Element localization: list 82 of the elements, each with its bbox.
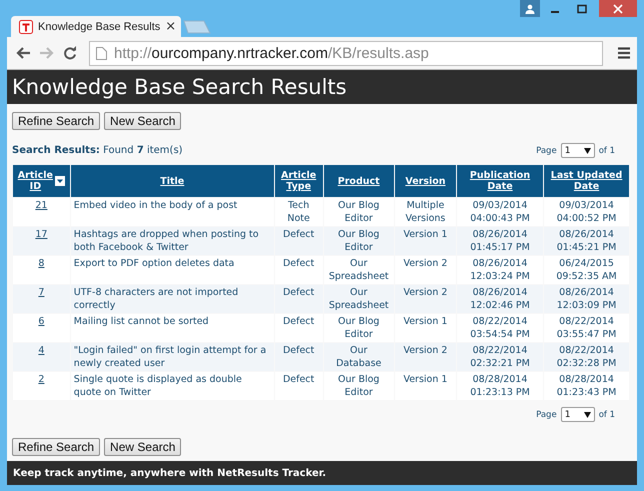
article-id-link[interactable]: 6	[13, 314, 70, 342]
type-cell: Tech Note	[274, 198, 323, 226]
search-button[interactable]: New Search	[104, 112, 182, 130]
version-cell: Version 2	[394, 343, 456, 371]
browser-tab[interactable]: Knowledge Base Results	[38, 20, 160, 32]
publication-date-cell: 08/26/2014 12:03:24 PM	[456, 256, 544, 284]
product-cell: Our Spreadsheet	[324, 285, 394, 313]
close-icon[interactable]	[599, 0, 637, 17]
column-header[interactable]: Article Type	[274, 165, 323, 197]
search-button[interactable]: New Search	[104, 438, 182, 456]
footer-text: Keep track anytime, anywhere with NetResults Tracker.	[13, 468, 326, 478]
close-tab-icon[interactable]: ×	[165, 19, 176, 34]
article-id-link[interactable]: 21	[13, 198, 70, 226]
article-id-link[interactable]: 8	[13, 256, 70, 284]
title-cell: Mailing list cannot be sorted	[70, 314, 274, 342]
publication-date-cell: 08/26/2014 12:02:46 PM	[456, 285, 544, 313]
tracker-logo-icon	[19, 20, 33, 34]
product-cell: Our Blog Editor	[324, 227, 394, 255]
version-cell: Version 2	[394, 256, 456, 284]
sort-icon[interactable]	[55, 176, 66, 186]
title-cell: Hashtags are dropped when posting to both Facebook & Twitter	[70, 227, 274, 255]
article-id-link[interactable]: 17	[13, 227, 70, 255]
type-cell: Defect	[274, 285, 323, 313]
user-icon[interactable]	[520, 0, 540, 17]
page-title: Knowledge Base Search Results	[12, 75, 347, 99]
page-select[interactable]: 1	[560, 407, 595, 422]
page-icon	[96, 46, 107, 60]
version-cell: Version 1	[394, 372, 456, 400]
updated-date-cell: 08/28/2014 01:23:43 PM	[544, 372, 629, 400]
type-cell: Defect	[274, 343, 323, 371]
publication-date-cell: 08/22/2014 02:32:21 PM	[456, 343, 544, 371]
type-cell: Defect	[274, 314, 323, 342]
product-cell: Our Database	[324, 343, 394, 371]
product-cell: Our Blog Editor	[324, 314, 394, 342]
search-button[interactable]: Refine Search	[12, 438, 100, 456]
updated-date-cell: 08/22/2014 02:32:28 PM	[544, 343, 629, 371]
publication-date-cell: 08/28/2014 01:23:13 PM	[456, 372, 544, 400]
menu-icon[interactable]	[617, 46, 631, 60]
updated-date-cell: 09/03/2014 04:00:52 PM	[544, 198, 629, 226]
type-cell: Defect	[274, 256, 323, 284]
product-cell: Our Blog Editor	[324, 198, 394, 226]
version-cell: Version 2	[394, 285, 456, 313]
title-cell: "Login failed" on first login attempt for a newly created user	[70, 343, 274, 371]
page-select[interactable]: 1	[560, 143, 595, 158]
publication-date-cell: 08/22/2014 03:54:54 PM	[456, 314, 544, 342]
publication-date-cell: 08/26/2014 01:45:17 PM	[456, 227, 544, 255]
type-cell: Defect	[274, 227, 323, 255]
column-header[interactable]: Product	[324, 165, 394, 197]
page-label: Page	[536, 146, 557, 156]
column-header[interactable]: Article ID	[13, 165, 70, 197]
type-cell: Defect	[274, 372, 323, 400]
dropdown-caret-icon	[584, 412, 591, 418]
title-cell: Single quote is displayed as double quote on Twitter	[70, 372, 274, 400]
title-cell: Embed video in the body of a post	[70, 198, 274, 226]
column-header[interactable]: Title	[70, 165, 274, 197]
publication-date-cell: 09/03/2014 04:00:43 PM	[456, 198, 544, 226]
article-id-link[interactable]: 7	[13, 285, 70, 313]
back-icon[interactable]	[15, 46, 31, 60]
dropdown-caret-icon	[584, 148, 591, 154]
search-results-summary: Search Results: Found 7 item(s)	[12, 145, 183, 156]
version-cell: Multiple Versions	[394, 198, 456, 226]
address-bar[interactable]: http://ourcompany.nrtracker.com/KB/results.asp	[89, 40, 603, 66]
column-header[interactable]: Last Updated Date	[544, 165, 629, 197]
title-cell: Export to PDF option deletes data	[70, 256, 274, 284]
updated-date-cell: 08/26/2014 01:45:21 PM	[544, 227, 629, 255]
article-id-link[interactable]: 2	[13, 372, 70, 400]
product-cell: Our Blog Editor	[324, 372, 394, 400]
search-button[interactable]: Refine Search	[12, 112, 100, 130]
updated-date-cell: 08/22/2014 03:55:47 PM	[544, 314, 629, 342]
version-cell: Version 1	[394, 227, 456, 255]
product-cell: Our Spreadsheet	[324, 256, 394, 284]
title-cell: UTF-8 characters are not imported correctly	[70, 285, 274, 313]
reload-icon[interactable]	[63, 46, 77, 60]
article-id-link[interactable]: 4	[13, 343, 70, 371]
column-header[interactable]: Publication Date	[456, 165, 544, 197]
page-label: Page	[536, 410, 557, 420]
updated-date-cell: 06/24/2015 09:52:35 AM	[544, 256, 629, 284]
version-cell: Version 1	[394, 314, 456, 342]
page-count: of 1	[598, 410, 615, 420]
page-count: of 1	[598, 146, 615, 156]
column-header[interactable]: Version	[394, 165, 456, 197]
updated-date-cell: 08/26/2014 12:03:09 PM	[544, 285, 629, 313]
